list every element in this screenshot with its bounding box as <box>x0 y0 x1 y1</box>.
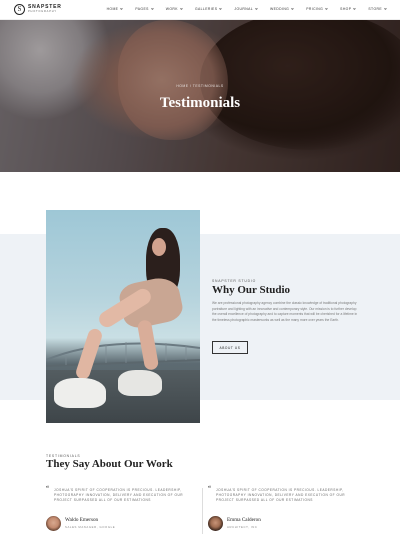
nav-item-journal[interactable]: JOURNAL <box>234 7 258 11</box>
nav-item-pages[interactable]: PAGES <box>135 7 154 11</box>
chevron-down-icon <box>179 7 183 10</box>
avatar <box>46 516 61 531</box>
nav-item-galleries[interactable]: GALLERIES <box>194 7 223 11</box>
testimonial-divider <box>202 488 203 534</box>
testimonial-card: “ JOSHUA'S SPIRIT OF COOPERATION IS PREC… <box>208 486 358 536</box>
logo-text: SNAPSTER PHOTOGRAPHY <box>28 5 62 14</box>
testimonial-role: ARCHITECT, INC <box>227 525 258 529</box>
model-face <box>152 238 166 256</box>
nav-item-store[interactable]: STORE <box>368 7 387 11</box>
nav-item-home[interactable]: HOME <box>106 7 124 11</box>
nav-label: STORE <box>368 7 382 11</box>
chevron-down-icon <box>291 7 295 10</box>
testimonial-quote: JOSHUA'S SPIRIT OF COOPERATION IS PRECIO… <box>54 488 184 503</box>
bridge-illustration <box>46 342 200 367</box>
nav-label: PAGES <box>135 7 149 11</box>
chevron-down-icon <box>219 7 223 10</box>
nav-item-wedding[interactable]: WEDDING <box>270 7 295 11</box>
nav-item-pricing[interactable]: PRICING <box>306 7 328 11</box>
nav-label: HOME <box>106 7 119 11</box>
about-us-button[interactable]: ABOUT US <box>212 341 248 354</box>
testimonial-quote: JOSHUA'S SPIRIT OF COOPERATION IS PRECIO… <box>216 488 346 503</box>
page-title: Testimonials <box>159 95 241 111</box>
site-header: S SNAPSTER PHOTOGRAPHY HOME PAGES WORK G… <box>0 0 400 20</box>
chevron-down-icon <box>353 7 357 10</box>
brand-logo[interactable]: S SNAPSTER PHOTOGRAPHY <box>14 4 62 15</box>
testimonial-author: Waldo Emerson <box>65 517 99 523</box>
studio-photo <box>46 210 200 423</box>
section-eyebrow: SNAPSTER STUDIO <box>212 279 257 283</box>
section-title: Why Our Studio <box>212 284 291 296</box>
testimonials-title: They Say About Our Work <box>46 458 173 470</box>
quote-icon: “ <box>46 486 49 492</box>
chevron-down-icon <box>384 7 387 10</box>
chevron-down-icon <box>325 7 328 10</box>
brand-tagline: PHOTOGRAPHY <box>28 10 57 14</box>
nav-item-work[interactable]: WORK <box>165 7 183 11</box>
chevron-down-icon <box>120 7 124 10</box>
hero-banner: HOME / TESTIMONIALS Testimonials <box>0 20 400 172</box>
chevron-down-icon <box>255 7 258 10</box>
testimonial-author: Emma Calderon <box>227 517 261 523</box>
breadcrumb: HOME / TESTIMONIALS <box>176 84 224 88</box>
nav-label: GALLERIES <box>194 7 218 11</box>
avatar <box>208 516 223 531</box>
testimonial-card: “ JOSHUA'S SPIRIT OF COOPERATION IS PREC… <box>46 486 196 536</box>
quote-icon: “ <box>208 486 211 492</box>
nav-label: WEDDING <box>270 7 290 11</box>
section-description: We are professional photography agency c… <box>212 301 358 322</box>
model-sneaker-right <box>118 370 162 396</box>
main-nav: HOME PAGES WORK GALLERIES JOURNAL WEDDIN… <box>106 7 387 11</box>
nav-item-shop[interactable]: SHOP <box>340 7 357 11</box>
model-sneaker-left <box>54 378 106 408</box>
nav-label: PRICING <box>306 7 324 11</box>
logo-mark-icon: S <box>14 4 25 15</box>
testimonial-role: SALES MANAGER, GOOGLE <box>65 525 116 529</box>
chevron-down-icon <box>150 7 154 10</box>
nav-label: JOURNAL <box>234 7 254 11</box>
nav-label: SHOP <box>340 7 352 11</box>
nav-label: WORK <box>165 7 178 11</box>
